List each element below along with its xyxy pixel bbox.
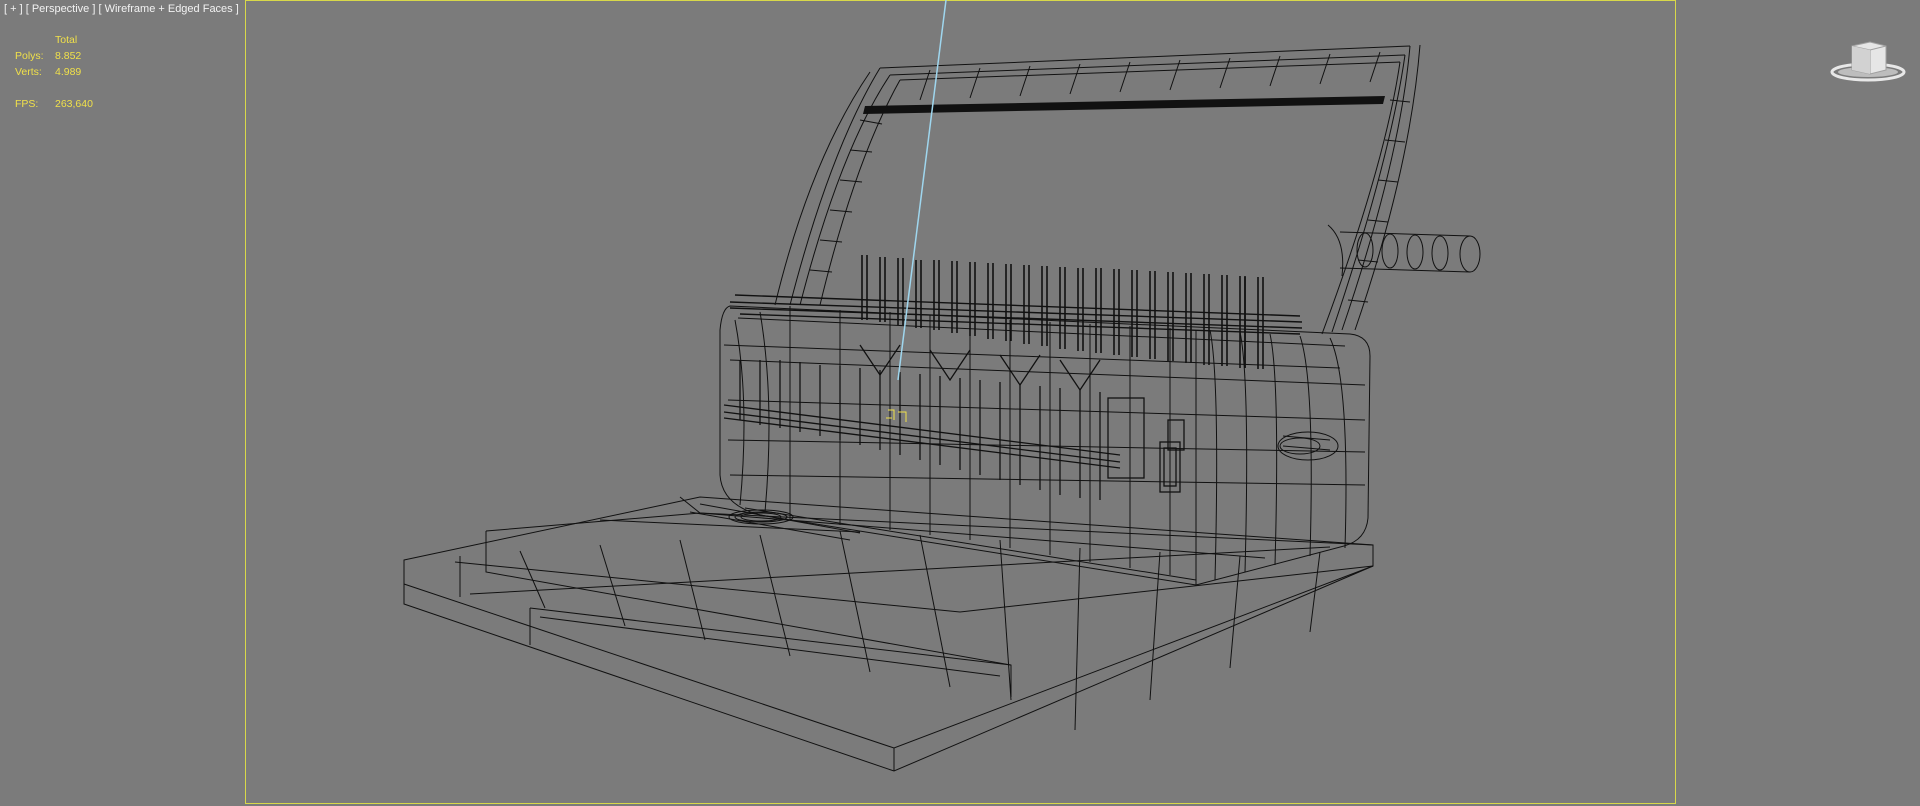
base-plate xyxy=(403,496,1374,772)
inner-slots xyxy=(723,344,1185,500)
side-lever xyxy=(1277,431,1339,461)
handle-arch xyxy=(774,44,1421,335)
pivot-gizmo-icon xyxy=(886,409,907,422)
handle-bar xyxy=(863,96,1385,114)
side-knob xyxy=(1327,224,1481,277)
viewcube-icon[interactable] xyxy=(1830,36,1906,84)
wireframe-model[interactable] xyxy=(0,0,1920,806)
